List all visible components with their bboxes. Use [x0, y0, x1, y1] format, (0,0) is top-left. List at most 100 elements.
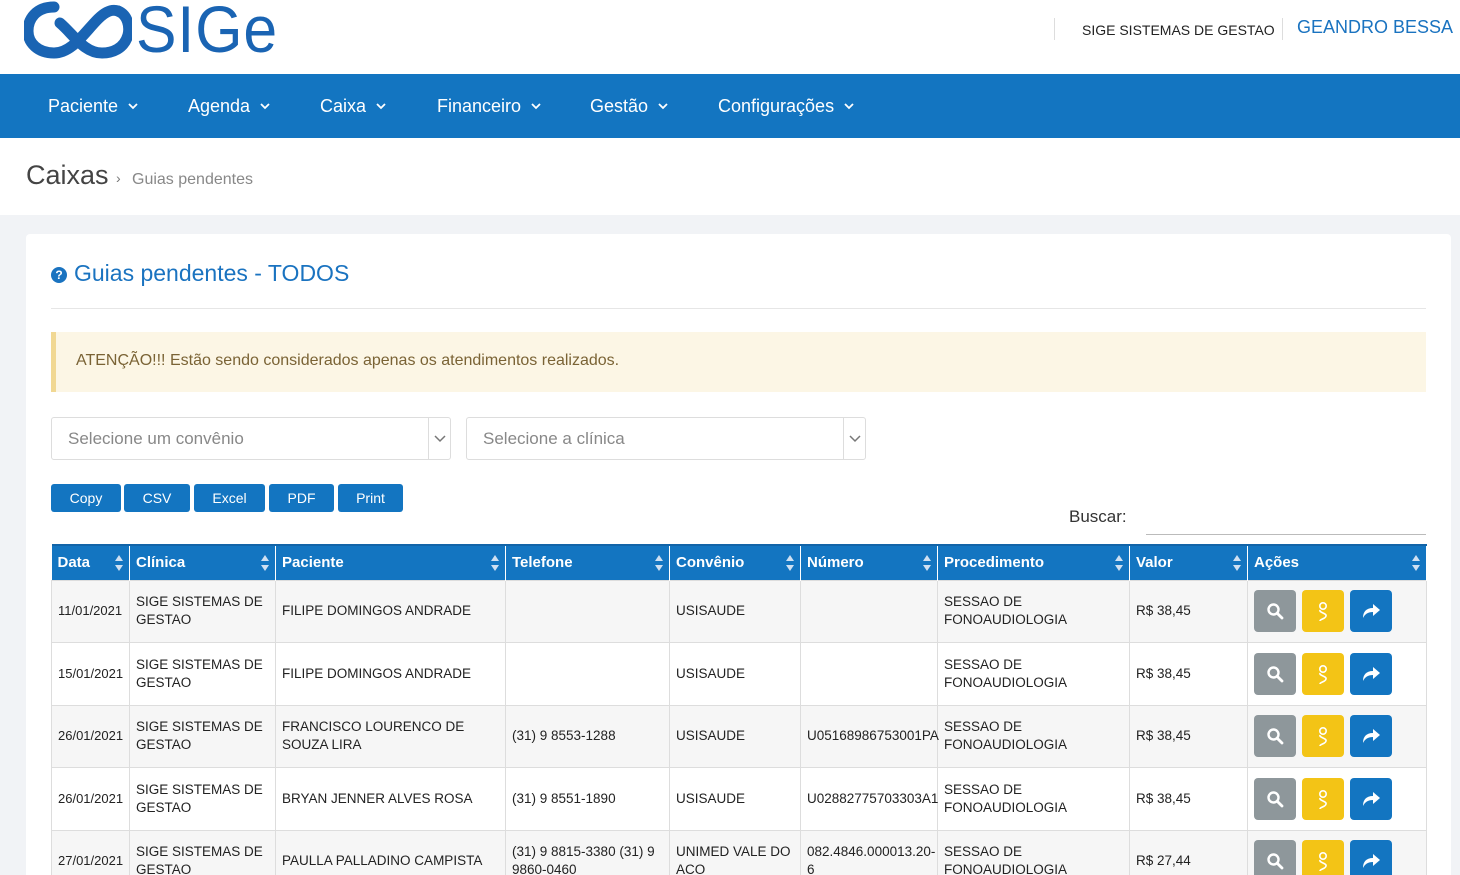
- cell-paciente: BRYAN JENNER ALVES ROSA: [275, 767, 506, 831]
- cell-telefone: (31) 9 8553-1288: [505, 704, 670, 768]
- user-menu[interactable]: GEANDRO BESSA: [1297, 17, 1453, 38]
- search-input[interactable]: [1146, 504, 1426, 535]
- table-row: 11/01/2021 SIGE SISTEMAS DE GESTAO FILIPE …: [51, 579, 1427, 643]
- cell-data: 15/01/2021: [51, 642, 130, 706]
- cell-valor: R$ 27,44: [1129, 829, 1248, 875]
- edit-button[interactable]: [1302, 715, 1344, 758]
- column-header[interactable]: Paciente: [275, 544, 506, 580]
- view-button[interactable]: [1254, 777, 1296, 820]
- table-row: 26/01/2021 SIGE SISTEMAS DE GESTAO FRANCIS…: [51, 704, 1427, 768]
- pencil-icon: [1318, 789, 1328, 810]
- column-header[interactable]: Clínica: [129, 544, 276, 580]
- column-header[interactable]: Convênio: [669, 544, 801, 580]
- nav-label: Agenda: [188, 95, 251, 116]
- forward-button[interactable]: [1350, 652, 1392, 695]
- cell-actions: [1247, 829, 1427, 875]
- column-header-label: Clínica: [136, 554, 186, 572]
- top-header: SIGe SIGE SISTEMAS DE GESTAO GEANDRO BES…: [0, 0, 1460, 74]
- view-button[interactable]: [1254, 652, 1296, 695]
- cell-paciente: FILIPE DOMINGOS ANDRADE: [275, 642, 506, 706]
- edit-button[interactable]: [1302, 777, 1344, 820]
- pdf-button[interactable]: PDF: [269, 484, 334, 512]
- convenio-select[interactable]: Selecione um convênio: [51, 417, 451, 460]
- edit-button[interactable]: [1302, 590, 1344, 633]
- column-header-label: Data: [57, 554, 91, 572]
- search-label: Buscar:: [1069, 507, 1127, 526]
- sort-icon[interactable]: [490, 554, 500, 572]
- logo[interactable]: SIGe: [24, 0, 290, 64]
- cell-valor: R$ 38,45: [1129, 579, 1248, 643]
- pencil-icon: [1318, 664, 1328, 685]
- nav-agenda[interactable]: Agenda: [188, 74, 270, 138]
- chevron-down-icon: [658, 103, 668, 110]
- nav-financeiro[interactable]: Financeiro: [437, 74, 541, 138]
- search-icon: [1267, 791, 1284, 808]
- cell-valor: R$ 38,45: [1129, 704, 1248, 768]
- sort-icon[interactable]: [260, 554, 270, 572]
- column-header[interactable]: Data: [51, 544, 130, 580]
- search-icon: [1267, 728, 1284, 745]
- chevron-down-icon: [376, 103, 386, 110]
- cell-convenio: USISAUDE: [669, 642, 801, 706]
- column-header[interactable]: Valor: [1129, 544, 1248, 580]
- clinica-select[interactable]: Selecione a clínica: [466, 417, 866, 460]
- cell-actions: [1247, 767, 1427, 831]
- cell-clinica: SIGE SISTEMAS DE GESTAO: [129, 704, 276, 768]
- edit-button[interactable]: [1302, 840, 1344, 875]
- pencil-icon: [1318, 602, 1328, 622]
- company-name[interactable]: SIGE SISTEMAS DE GESTAO: [1054, 18, 1275, 40]
- nav-configuracoes[interactable]: Configurações: [718, 74, 854, 138]
- sort-icon[interactable]: [1411, 554, 1421, 572]
- nav-gestao[interactable]: Gestão: [590, 74, 668, 138]
- sort-icon[interactable]: [654, 554, 664, 572]
- column-header-label: Ações: [1254, 554, 1300, 572]
- card-title: ? Guias pendentes - TODOS: [51, 260, 349, 287]
- cell-data: 27/01/2021: [51, 829, 130, 875]
- sort-icon[interactable]: [922, 554, 932, 572]
- csv-button[interactable]: CSV: [124, 484, 190, 512]
- card-title-text: Guias pendentes - TODOS: [74, 260, 350, 286]
- cell-convenio: USISAUDE: [669, 704, 801, 768]
- cell-clinica: SIGE SISTEMAS DE GESTAO: [129, 829, 276, 875]
- sort-icon[interactable]: [114, 554, 124, 572]
- nav-label: Financeiro: [437, 95, 522, 116]
- column-header-label: Convênio: [676, 554, 745, 572]
- sort-icon[interactable]: [785, 554, 795, 572]
- column-header-label: Procedimento: [944, 554, 1045, 572]
- warning-alert: ATENÇÃO!!! Estão sendo considerados apen…: [51, 332, 1426, 392]
- view-button[interactable]: [1254, 840, 1296, 875]
- column-header[interactable]: Ações: [1247, 544, 1427, 580]
- copy-button[interactable]: Copy: [51, 484, 121, 512]
- forward-button[interactable]: [1350, 715, 1392, 758]
- header-divider: [1282, 18, 1283, 40]
- nav-paciente[interactable]: Paciente: [48, 74, 138, 138]
- breadcrumb-current: Guias pendentes: [132, 171, 253, 188]
- help-icon[interactable]: ?: [51, 267, 67, 283]
- cell-telefone: (31) 9 8815-3380 (31) 9 9860-0460: [505, 829, 670, 875]
- sort-icon[interactable]: [1232, 554, 1242, 572]
- view-button[interactable]: [1254, 590, 1296, 633]
- column-header[interactable]: Procedimento: [937, 544, 1130, 580]
- sort-icon[interactable]: [1114, 554, 1124, 572]
- cell-actions: [1247, 579, 1427, 643]
- view-button[interactable]: [1254, 715, 1296, 758]
- column-header-label: Valor: [1136, 554, 1173, 572]
- nav-caixa[interactable]: Caixa: [320, 74, 386, 138]
- chevron-down-icon: [531, 103, 541, 110]
- page-title[interactable]: Caixas: [26, 160, 109, 191]
- forward-button[interactable]: [1350, 840, 1392, 875]
- nav-label: Caixa: [320, 95, 367, 116]
- company-name-label: SIGE SISTEMAS DE GESTAO: [1082, 22, 1275, 38]
- forward-button[interactable]: [1350, 590, 1392, 633]
- forward-button[interactable]: [1350, 777, 1392, 820]
- column-header-label: Número: [807, 554, 864, 572]
- cell-convenio: UNIMED VALE DO ACO: [669, 829, 801, 875]
- column-header[interactable]: Telefone: [505, 544, 670, 580]
- table-row: 27/01/2021 SIGE SISTEMAS DE GESTAO PAULLA …: [51, 829, 1427, 875]
- column-header[interactable]: Número: [800, 544, 938, 580]
- breadcrumb-separator: ›: [116, 170, 121, 186]
- cell-procedimento: SESSAO DE FONOAUDIOLOGIA: [937, 579, 1130, 643]
- excel-button[interactable]: Excel: [194, 484, 265, 512]
- print-button[interactable]: Print: [338, 484, 403, 512]
- edit-button[interactable]: [1302, 652, 1344, 695]
